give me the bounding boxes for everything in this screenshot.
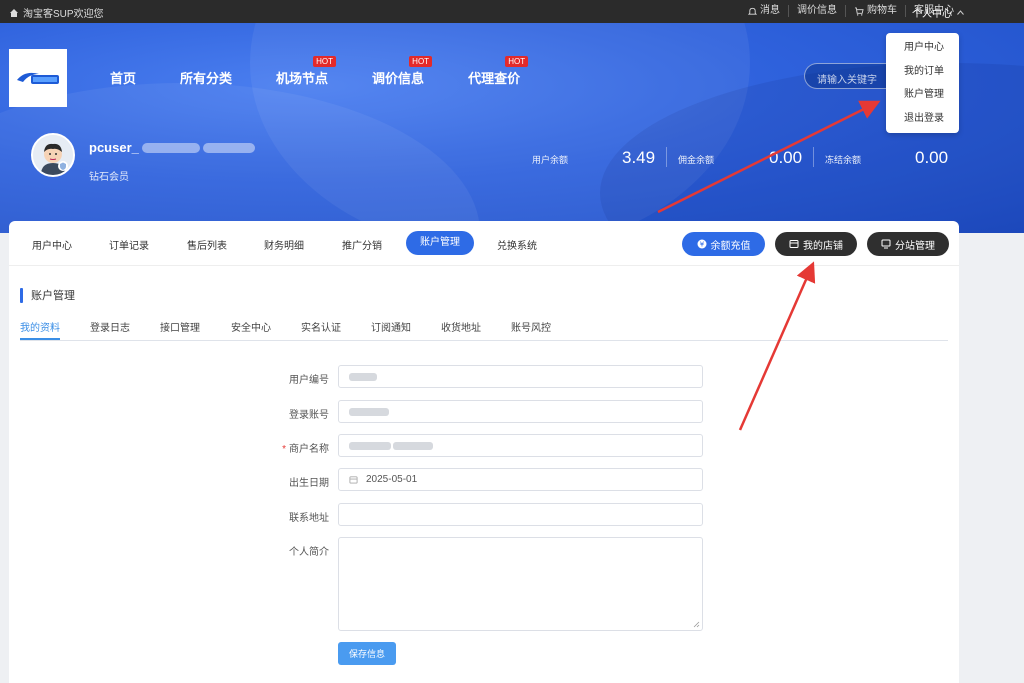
login-account-label: 登录账号: [289, 410, 329, 421]
frozen-label: 冻结余额: [825, 155, 862, 165]
avatar: [31, 133, 75, 177]
title-accent-bar: [20, 287, 23, 303]
nav-price-info[interactable]: 调价信息 HOT: [372, 56, 433, 87]
calendar-icon: [349, 476, 358, 484]
hot-badge: HOT: [313, 56, 337, 67]
chevron-up-icon: [957, 10, 964, 15]
recharge-button[interactable]: ¥ 余额充值: [682, 232, 765, 256]
user-id-field[interactable]: [338, 365, 703, 388]
subtab-api[interactable]: 接口管理: [160, 319, 200, 340]
nav-categories[interactable]: 所有分类: [180, 68, 232, 87]
cart-link[interactable]: 购物车: [846, 5, 906, 17]
header-banner: 首页 所有分类 机场节点 HOT 调价信息 HOT 代理查价 HOT 请输入关键字 p…: [0, 23, 1024, 233]
site-logo[interactable]: [9, 49, 67, 107]
price-info-link[interactable]: 调价信息: [789, 5, 846, 17]
subtab-notifications[interactable]: 订阅通知: [371, 319, 411, 340]
tab-exchange[interactable]: 兑换系统: [497, 237, 537, 252]
top-bar: 淘宝客SUP欢迎您 消息 调价信息 购物车 客服中心 个人中心: [0, 0, 1024, 23]
username: pcuser_: [89, 140, 255, 155]
personal-center-menu[interactable]: 个人中心: [912, 5, 964, 20]
subtab-my-profile[interactable]: 我的资料: [20, 319, 60, 340]
home-icon: [10, 8, 18, 17]
address-label: 联系地址: [289, 513, 329, 524]
cart-icon: [854, 6, 864, 16]
balance-label: 用户余额: [532, 155, 569, 165]
welcome-text: 淘宝客SUP欢迎您: [23, 9, 104, 20]
dropdown-my-orders[interactable]: 我的订单: [886, 65, 959, 89]
nav-airport-nodes[interactable]: 机场节点 HOT: [276, 56, 337, 87]
balance-value: 3.49: [622, 148, 656, 167]
subtab-security[interactable]: 安全中心: [231, 319, 271, 340]
logo-icon: [17, 72, 59, 84]
commission-value: 0.00: [769, 148, 803, 167]
account-card: 用户中心 订单记录 售后列表 财务明细 推广分销 账户管理 兑换系统 ¥ 余额充…: [9, 221, 959, 683]
required-mark: *: [282, 444, 286, 455]
tab-user-center[interactable]: 用户中心: [32, 237, 72, 252]
main-tabs: 用户中心 订单记录 售后列表 财务明细 推广分销 账户管理 兑换系统 ¥ 余额充…: [9, 221, 959, 266]
bell-icon: [748, 7, 757, 15]
welcome: 淘宝客SUP欢迎您: [9, 5, 104, 20]
subtab-address[interactable]: 收货地址: [441, 319, 481, 340]
coin-icon: ¥: [697, 239, 706, 249]
tab-finance[interactable]: 财务明细: [264, 237, 304, 252]
hot-badge: HOT: [505, 56, 529, 67]
nav-home[interactable]: 首页: [110, 68, 136, 87]
subtab-risk-control[interactable]: 账号风控: [511, 319, 551, 340]
svg-text:¥: ¥: [699, 241, 704, 249]
login-account-field[interactable]: [338, 400, 703, 423]
user-id-label: 用户编号: [289, 375, 329, 386]
bio-label: 个人简介: [289, 547, 329, 558]
personal-center-dropdown: 用户中心 我的订单 账户管理 退出登录: [886, 33, 959, 133]
tab-account-management[interactable]: 账户管理: [406, 231, 474, 255]
section-title: 账户管理: [20, 287, 75, 303]
shop-icon: [789, 240, 799, 248]
substation-button[interactable]: 分站管理: [867, 232, 949, 256]
merchant-name-field[interactable]: [338, 434, 703, 457]
dropdown-account-management[interactable]: 账户管理: [886, 88, 959, 112]
save-button[interactable]: 保存信息: [338, 642, 396, 665]
monitor-icon: [881, 239, 891, 249]
birth-date-field[interactable]: 2025-05-01: [338, 468, 703, 491]
resize-handle-icon: [693, 621, 700, 628]
subtab-verification[interactable]: 实名认证: [301, 319, 341, 340]
tab-orders[interactable]: 订单记录: [109, 237, 149, 252]
bio-textarea[interactable]: [338, 537, 703, 631]
account-subtabs: 我的资料 登录日志 接口管理 安全中心 实名认证 订阅通知 收货地址 账号风控: [20, 319, 948, 341]
main-nav: 首页 所有分类 机场节点 HOT 调价信息 HOT 代理查价 HOT: [110, 56, 564, 87]
member-level: 钻石会员: [89, 172, 129, 183]
avatar-illustration: [33, 135, 73, 175]
tab-promotion[interactable]: 推广分销: [342, 237, 382, 252]
subtab-login-log[interactable]: 登录日志: [90, 319, 130, 340]
address-field[interactable]: [338, 503, 703, 526]
hot-badge: HOT: [409, 56, 433, 67]
messages-link[interactable]: 消息: [740, 5, 789, 17]
merchant-name-label: * 商户名称: [282, 444, 329, 455]
birth-date-label: 出生日期: [289, 478, 329, 489]
tab-after-sales[interactable]: 售后列表: [187, 237, 227, 252]
commission-label: 佣金余额: [678, 155, 715, 165]
my-shop-button[interactable]: 我的店铺: [775, 232, 857, 256]
dropdown-logout[interactable]: 退出登录: [886, 112, 959, 136]
frozen-value: 0.00: [915, 148, 949, 167]
nav-agent-price[interactable]: 代理查价 HOT: [468, 56, 529, 87]
dropdown-user-center[interactable]: 用户中心: [886, 41, 959, 65]
